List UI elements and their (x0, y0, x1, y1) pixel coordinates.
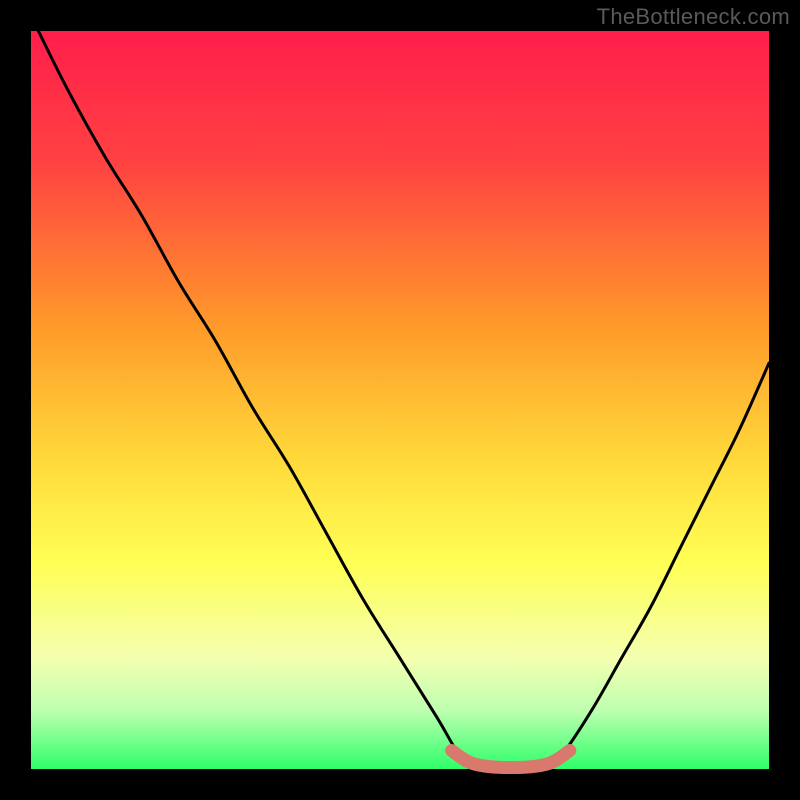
watermark-text: TheBottleneck.com (597, 4, 790, 30)
chart-svg (0, 0, 800, 800)
chart-frame: TheBottleneck.com (0, 0, 800, 800)
